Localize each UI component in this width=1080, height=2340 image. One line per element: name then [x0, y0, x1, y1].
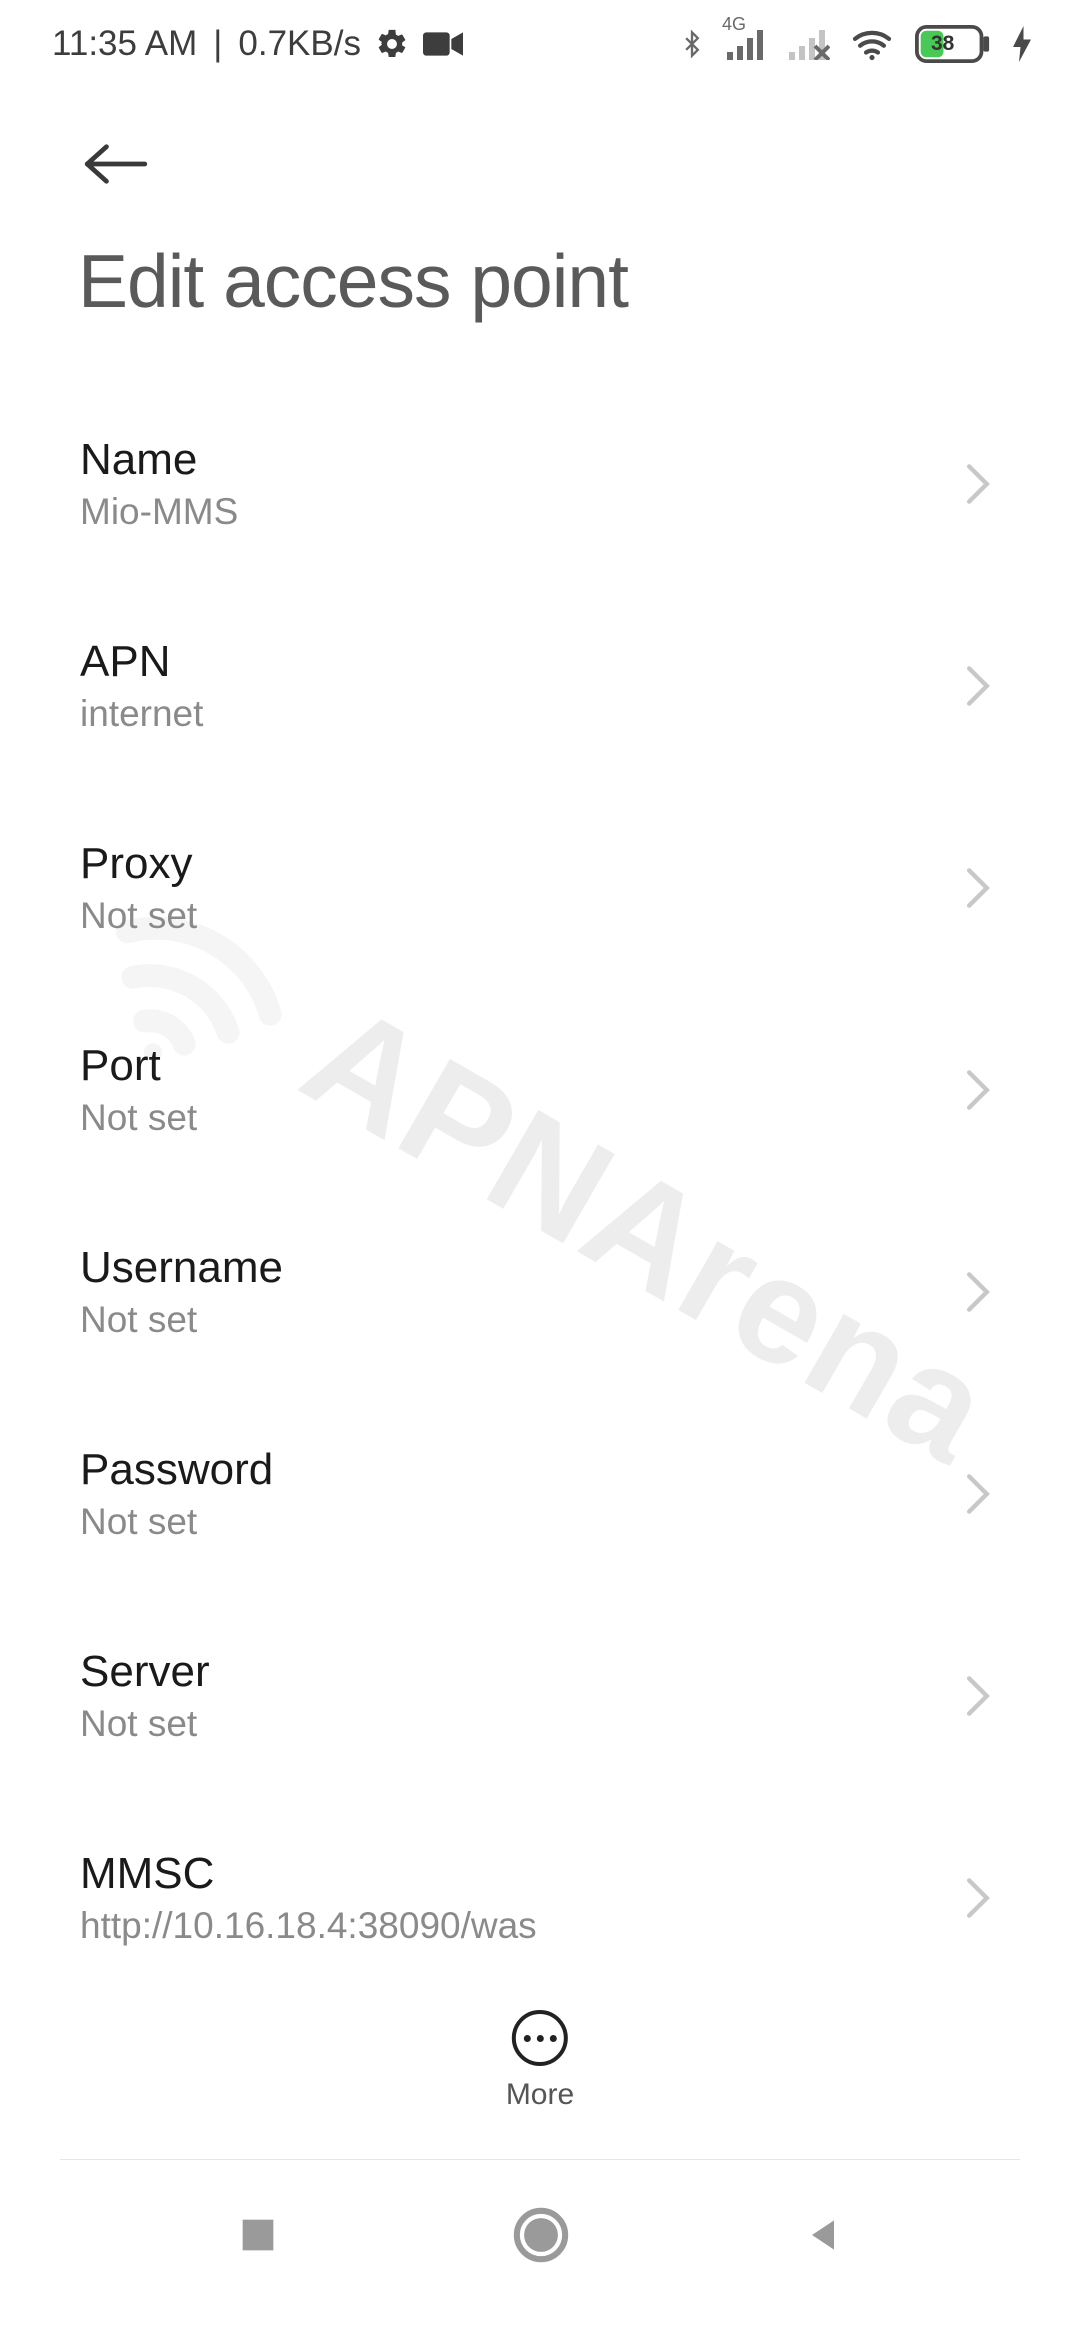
- row-apn[interactable]: APN internet: [0, 597, 1080, 775]
- row-value: Not set: [80, 1703, 964, 1745]
- status-net-rate: 0.7KB/s: [238, 24, 361, 64]
- row-value: internet: [80, 693, 964, 735]
- back-button[interactable]: [80, 128, 152, 200]
- status-time: 11:35 AM: [52, 24, 197, 64]
- row-value: Not set: [80, 1299, 964, 1341]
- system-nav-bar: [0, 2160, 1080, 2340]
- row-value: http://10.16.18.4:38090/was: [80, 1905, 964, 1947]
- bluetooth-icon: [678, 25, 706, 63]
- chevron-right-icon: [964, 664, 992, 708]
- arrow-left-icon: [83, 141, 149, 187]
- row-label: Name: [80, 435, 964, 485]
- nav-back-button[interactable]: [801, 2213, 845, 2257]
- row-label: MMSC: [80, 1849, 964, 1899]
- row-label: Username: [80, 1243, 964, 1293]
- camera-icon: [423, 30, 463, 58]
- row-proxy[interactable]: Proxy Not set: [0, 799, 1080, 977]
- gear-icon: [375, 27, 409, 61]
- row-value: Not set: [80, 1097, 964, 1139]
- chevron-right-icon: [964, 1472, 992, 1516]
- settings-list: Name Mio-MMS APN internet Proxy Not set …: [0, 395, 1080, 1990]
- more-button[interactable]: More: [506, 2010, 574, 2112]
- status-bar: 11:35 AM | 0.7KB/s 4G 38: [0, 0, 1080, 88]
- row-label: Proxy: [80, 839, 964, 889]
- chevron-right-icon: [964, 1270, 992, 1314]
- battery-icon: 38: [914, 25, 992, 63]
- row-username[interactable]: Username Not set: [0, 1203, 1080, 1381]
- chevron-right-icon: [964, 462, 992, 506]
- more-label: More: [506, 2078, 574, 2112]
- wifi-icon: [850, 27, 894, 61]
- row-port[interactable]: Port Not set: [0, 1001, 1080, 1179]
- chevron-right-icon: [964, 1876, 992, 1920]
- row-mmsc[interactable]: MMSC http://10.16.18.4:38090/was: [0, 1809, 1080, 1987]
- signal-sim2-icon: [788, 28, 830, 60]
- row-label: Server: [80, 1647, 964, 1697]
- row-value: Not set: [80, 1501, 964, 1543]
- row-label: Port: [80, 1041, 964, 1091]
- signal-sim1-icon: 4G: [726, 28, 768, 60]
- row-server[interactable]: Server Not set: [0, 1607, 1080, 1785]
- row-label: APN: [80, 637, 964, 687]
- row-value: Mio-MMS: [80, 491, 964, 533]
- status-sep: |: [213, 24, 222, 64]
- charging-icon: [1012, 26, 1032, 62]
- nav-recent-button[interactable]: [235, 2212, 281, 2258]
- nav-home-button[interactable]: [512, 2206, 570, 2264]
- row-value: Not set: [80, 895, 964, 937]
- chevron-right-icon: [964, 1674, 992, 1718]
- page-title: Edit access point: [78, 238, 628, 324]
- row-password[interactable]: Password Not set: [0, 1405, 1080, 1583]
- chevron-right-icon: [964, 866, 992, 910]
- more-dots-icon: [512, 2010, 568, 2066]
- chevron-right-icon: [964, 1068, 992, 1112]
- row-name[interactable]: Name Mio-MMS: [0, 395, 1080, 573]
- row-label: Password: [80, 1445, 964, 1495]
